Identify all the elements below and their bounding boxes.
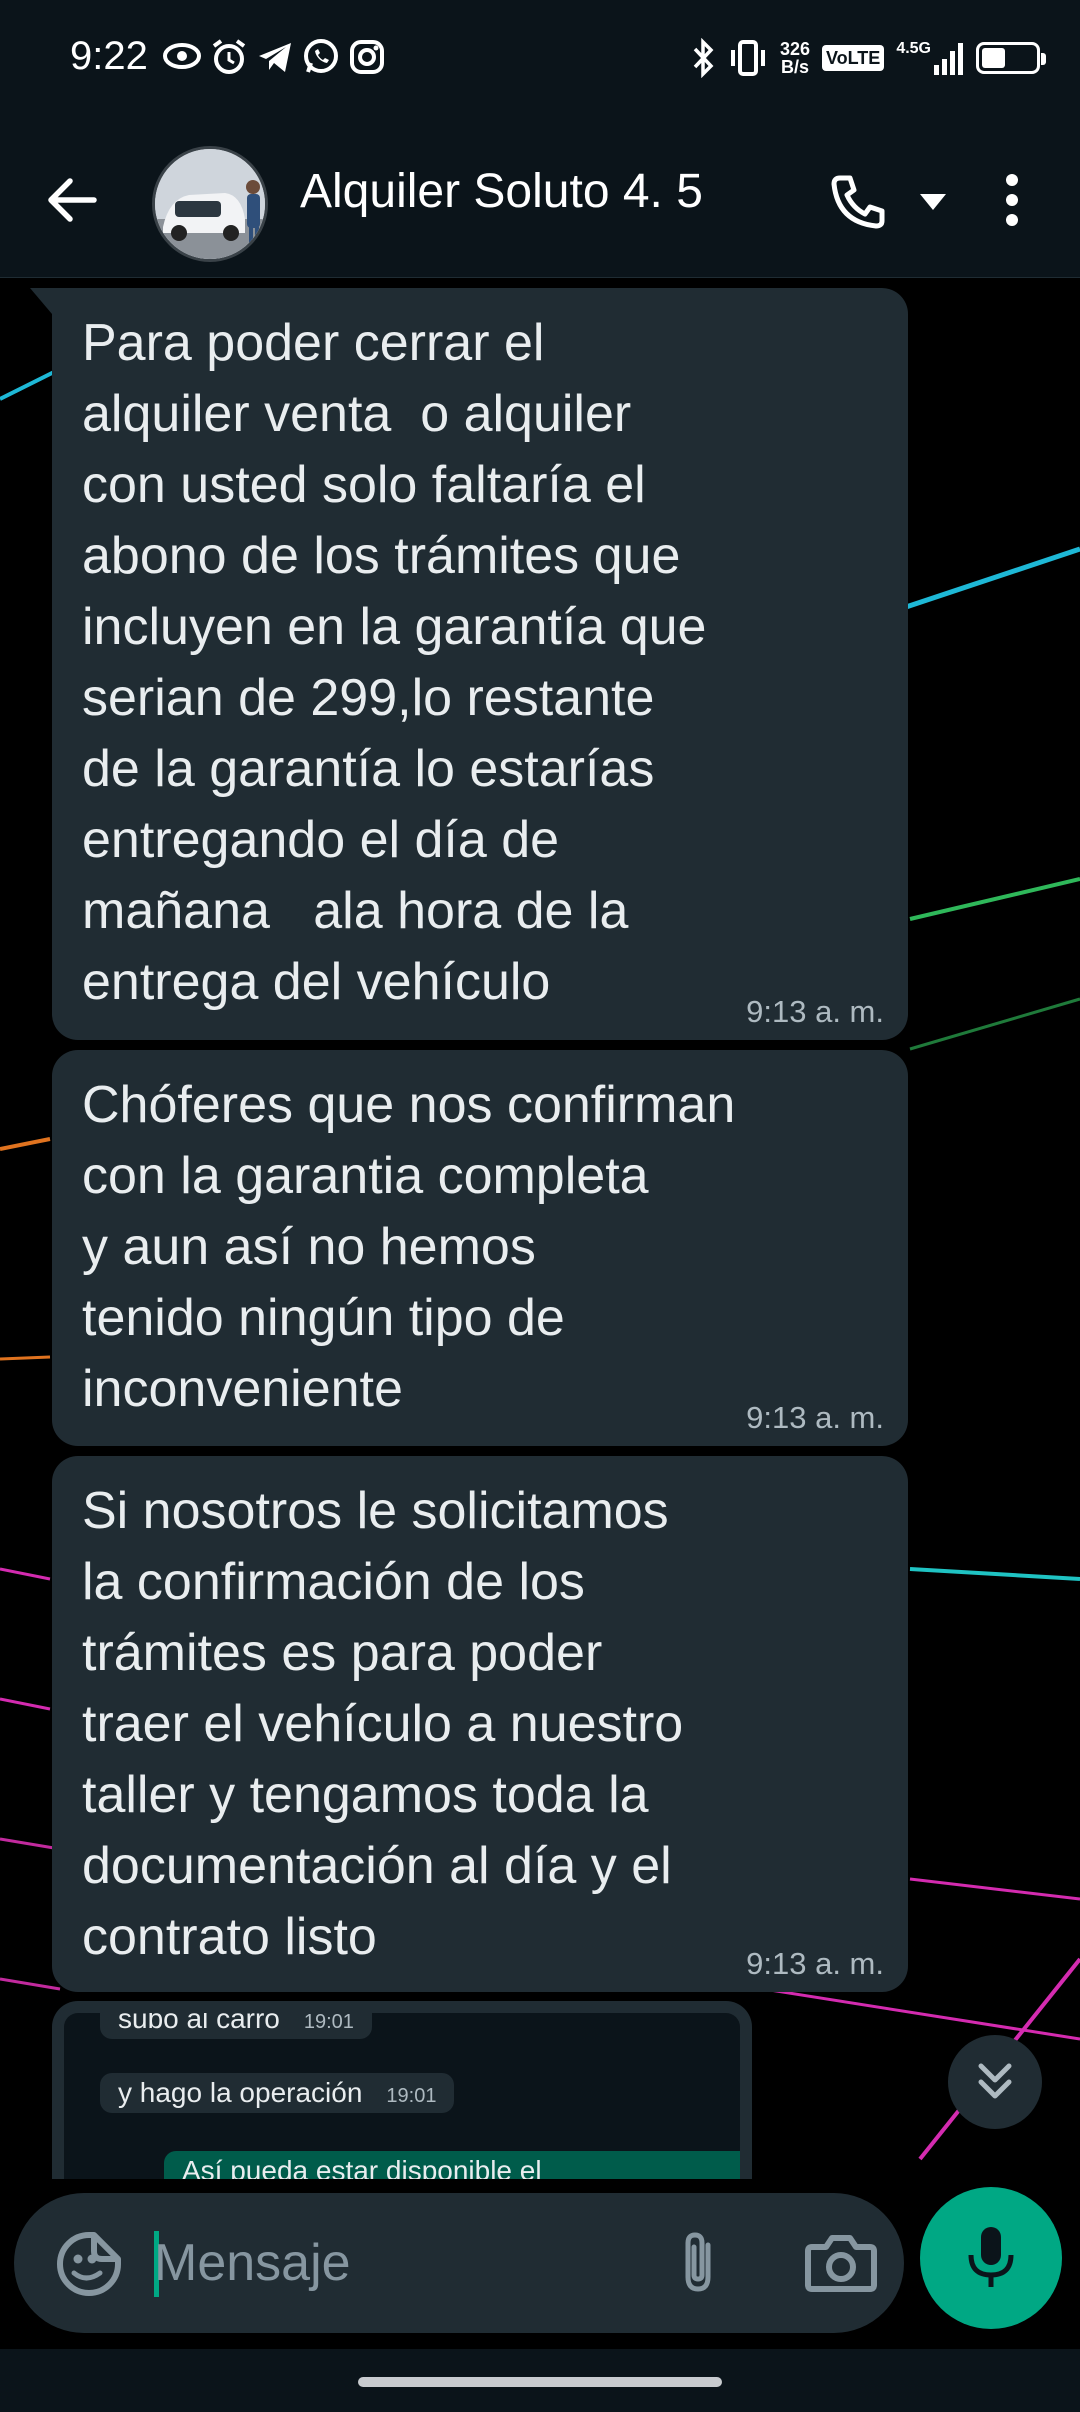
contact-name[interactable]: Alquiler Soluto 4. 5 [300,164,703,219]
message-composer [14,2193,904,2333]
volte-badge: VoLTE [821,45,885,71]
message-bubble[interactable]: Para poder cerrar el alquiler venta o al… [30,288,908,1040]
message-bubble[interactable]: Chóferes que nos confirman con la garant… [52,1050,908,1446]
message-text: Chóferes que nos confirman con la garant… [82,1076,736,1418]
preview-message: y hago la operación 19:01 [100,2073,455,2113]
microphone-icon [968,2227,1014,2287]
system-nav-bar [0,2349,1080,2412]
scroll-to-bottom-button[interactable] [948,2035,1042,2129]
status-system-icons: 326 B/s VoLTE 4.5G [690,38,1046,78]
signal-bars-icon [934,43,963,75]
network-speed-unit: B/s [780,57,809,77]
network-speed: 326 B/s [780,40,810,76]
chat-header: Alquiler Soluto 4. 5 [0,120,1080,278]
preview-message-text: subo al carro [118,2013,280,2034]
preview-message-time: 19:01 [303,2013,354,2033]
preview-message-text: y hago la operación [118,2077,363,2108]
preview-message-time: 19:01 [386,2085,437,2107]
avatar[interactable] [152,146,268,262]
screenshot-image: subo al carro 19:01 y hago la operación 19… [64,2013,740,2179]
vibrate-icon [730,40,765,76]
message-time: 9:13 a. m. [746,994,884,1029]
whatsapp-icon [304,39,338,73]
bluetooth-icon [693,38,714,78]
message-text: Para poder cerrar el alquiler venta o al… [82,314,707,1011]
preview-outgoing-message: Así pueda estar disponible el [164,2151,740,2179]
composer-bar [0,2179,1080,2349]
phone-icon[interactable] [826,170,890,234]
gesture-handle[interactable] [358,2377,722,2387]
sticker-emoji-icon[interactable] [54,2229,124,2299]
message-input[interactable] [154,2223,654,2303]
signal-indicator: 4.5G [896,41,964,75]
battery-level-fill [982,48,1005,68]
instagram-icon [350,40,384,74]
network-type: 4.5G [896,40,931,57]
status-bar: 9:22 326 B/s VoLTE 4.5G [0,0,1080,120]
chat-area[interactable]: Para poder cerrar el alquiler venta o al… [0,279,1080,2179]
back-arrow-icon[interactable] [40,168,104,232]
message-time: 9:13 a. m. [746,1400,884,1435]
status-notification-icons [162,38,386,76]
paperclip-icon[interactable] [664,2227,734,2297]
network-speed-value: 326 [779,39,810,59]
more-vert-icon[interactable] [1000,168,1024,232]
message-text: Si nosotros le solicitamos la confirmaci… [82,1482,684,1966]
message-time: 9:13 a. m. [746,1946,884,1981]
image-message-preview[interactable]: subo al carro 19:01 y hago la operación 19… [52,2001,752,2179]
telegram-icon [259,43,291,72]
status-time: 9:22 [70,34,148,78]
battery-icon [976,42,1046,74]
voice-record-button[interactable] [920,2187,1062,2329]
alarm-icon [212,39,246,74]
chevron-down-icon[interactable] [918,190,948,214]
preview-message: subo al carro 19:01 [100,2013,372,2039]
message-bubble[interactable]: Si nosotros le solicitamos la confirmaci… [52,1456,908,1992]
eye-icon [163,43,201,69]
camera-icon[interactable] [804,2227,878,2297]
double-chevron-down-icon [978,2063,1012,2099]
